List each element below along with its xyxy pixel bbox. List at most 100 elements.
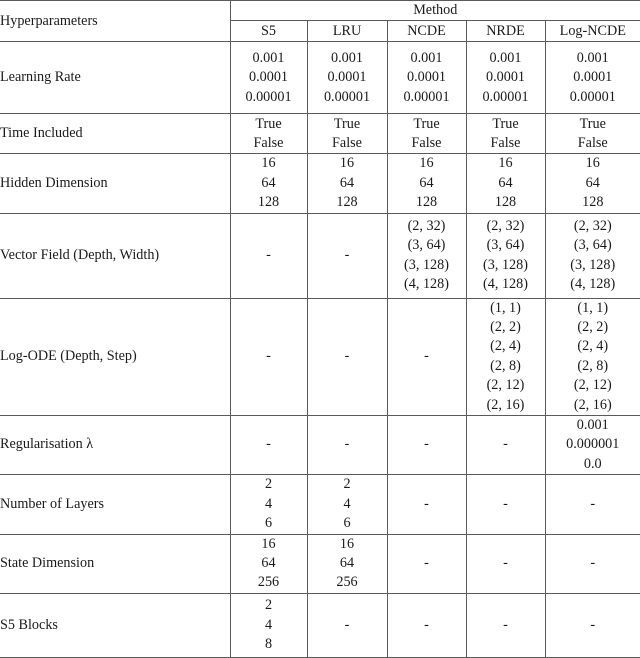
cell-values: -	[388, 495, 466, 514]
cell-ncde: (2, 32)(3, 64)(3, 128)(4, 128)	[387, 213, 466, 298]
cell-values: -	[388, 616, 466, 635]
header-col-log-ncde: Log-NCDE	[545, 21, 640, 42]
cell-values: 1664256	[308, 535, 387, 593]
table-row: State Dimension16642561664256---	[0, 534, 640, 593]
cell-ncde: -	[387, 298, 466, 415]
table-row: Time IncludedTrueFalseTrueFalseTrueFalse…	[0, 114, 640, 154]
cell-lru: TrueFalse	[307, 114, 387, 154]
cell-values: (1, 1)(2, 2)(2, 4)(2, 8)(2, 12)(2, 16)	[467, 299, 545, 415]
cell-value: True	[546, 115, 640, 134]
header-col-ncde: NCDE	[387, 21, 466, 42]
cell-value: (2, 12)	[546, 376, 640, 395]
cell-value: 2	[231, 475, 307, 494]
header-method-group: Method	[230, 1, 640, 21]
cell-value: (3, 128)	[467, 256, 545, 275]
cell-value: 64	[308, 554, 387, 573]
cell-value: 128	[467, 193, 545, 212]
cell-values: -	[308, 616, 387, 635]
cell-values: 1664128	[467, 154, 545, 212]
cell-values: 246	[231, 475, 307, 533]
cell-value: 0.0001	[467, 68, 545, 87]
cell-ncde: -	[387, 475, 466, 534]
cell-value: False	[231, 134, 307, 153]
cell-ncde: -	[387, 534, 466, 593]
cell-value: 0.0001	[308, 68, 387, 87]
cell-value: 0.00001	[308, 88, 387, 107]
cell-value: 0.0001	[388, 68, 466, 87]
cell-value: False	[388, 134, 466, 153]
cell-nrde: 0.0010.00010.00001	[466, 42, 545, 114]
cell-values: 0.0010.00010.00001	[546, 49, 640, 107]
cell-s5: -	[230, 416, 307, 475]
cell-ncde: -	[387, 416, 466, 475]
cell-value: 0.001	[388, 49, 466, 68]
cell-values: 1664128	[308, 154, 387, 212]
cell-value: (2, 2)	[546, 318, 640, 337]
cell-value: 2	[231, 596, 307, 615]
header-hyperparameters: Hyperparameters	[0, 1, 230, 42]
cell-value: (2, 8)	[467, 357, 545, 376]
cell-values: -	[546, 616, 640, 635]
cell-empty-dash: -	[231, 347, 307, 366]
cell-empty-dash: -	[388, 616, 466, 635]
row-label: State Dimension	[0, 534, 230, 593]
cell-value: False	[467, 134, 545, 153]
cell-empty-dash: -	[467, 616, 545, 635]
cell-values: 1664256	[231, 535, 307, 593]
cell-value: 128	[546, 193, 640, 212]
cell-nrde: (1, 1)(2, 2)(2, 4)(2, 8)(2, 12)(2, 16)	[466, 298, 545, 415]
cell-value: 0.0001	[546, 68, 640, 87]
cell-s5: 0.0010.00010.00001	[230, 42, 307, 114]
cell-values: 1664128	[388, 154, 466, 212]
cell-value: 0.0001	[231, 68, 307, 87]
cell-s5: -	[230, 298, 307, 415]
cell-log-ncde: 0.0010.0000010.0	[545, 416, 640, 475]
cell-empty-dash: -	[546, 554, 640, 573]
cell-values: -	[308, 246, 387, 265]
cell-value: 4	[308, 495, 387, 514]
cell-value: 0.00001	[388, 88, 466, 107]
cell-values: 1664128	[546, 154, 640, 212]
cell-log-ncde: (1, 1)(2, 2)(2, 4)(2, 8)(2, 12)(2, 16)	[545, 298, 640, 415]
cell-value: 16	[308, 535, 387, 554]
cell-value: 128	[388, 193, 466, 212]
table-row: Number of Layers246246---	[0, 475, 640, 534]
cell-values: -	[388, 435, 466, 454]
cell-value: (2, 32)	[546, 217, 640, 236]
cell-value: False	[546, 134, 640, 153]
cell-value: 256	[308, 573, 387, 592]
cell-value: (3, 64)	[467, 236, 545, 255]
cell-value: (2, 16)	[467, 396, 545, 415]
cell-nrde: -	[466, 593, 545, 657]
cell-values: -	[388, 347, 466, 366]
cell-empty-dash: -	[308, 347, 387, 366]
cell-log-ncde: (2, 32)(3, 64)(3, 128)(4, 128)	[545, 213, 640, 298]
cell-value: 2	[308, 475, 387, 494]
cell-nrde: 1664128	[466, 154, 545, 213]
cell-value: 16	[231, 535, 307, 554]
hyperparameters-table: Hyperparameters Method S5 LRU NCDE NRDE …	[0, 0, 640, 658]
cell-values: 246	[308, 475, 387, 533]
cell-value: 256	[231, 573, 307, 592]
cell-value: 0.001	[546, 416, 640, 435]
cell-value: (2, 4)	[467, 337, 545, 356]
header-col-nrde: NRDE	[466, 21, 545, 42]
cell-nrde: -	[466, 475, 545, 534]
cell-value: 0.00001	[231, 88, 307, 107]
cell-lru: -	[307, 298, 387, 415]
cell-lru: -	[307, 213, 387, 298]
cell-empty-dash: -	[388, 435, 466, 454]
cell-values: (1, 1)(2, 2)(2, 4)(2, 8)(2, 12)(2, 16)	[546, 299, 640, 415]
cell-lru: 246	[307, 475, 387, 534]
cell-value: (4, 128)	[388, 275, 466, 294]
cell-value: True	[467, 115, 545, 134]
cell-values: -	[467, 495, 545, 514]
cell-value: 0.001	[467, 49, 545, 68]
cell-values: -	[467, 616, 545, 635]
cell-empty-dash: -	[231, 435, 307, 454]
cell-value: 16	[388, 154, 466, 173]
cell-values: -	[546, 554, 640, 573]
cell-value: 0.001	[546, 49, 640, 68]
cell-s5: TrueFalse	[230, 114, 307, 154]
cell-lru: 0.0010.00010.00001	[307, 42, 387, 114]
